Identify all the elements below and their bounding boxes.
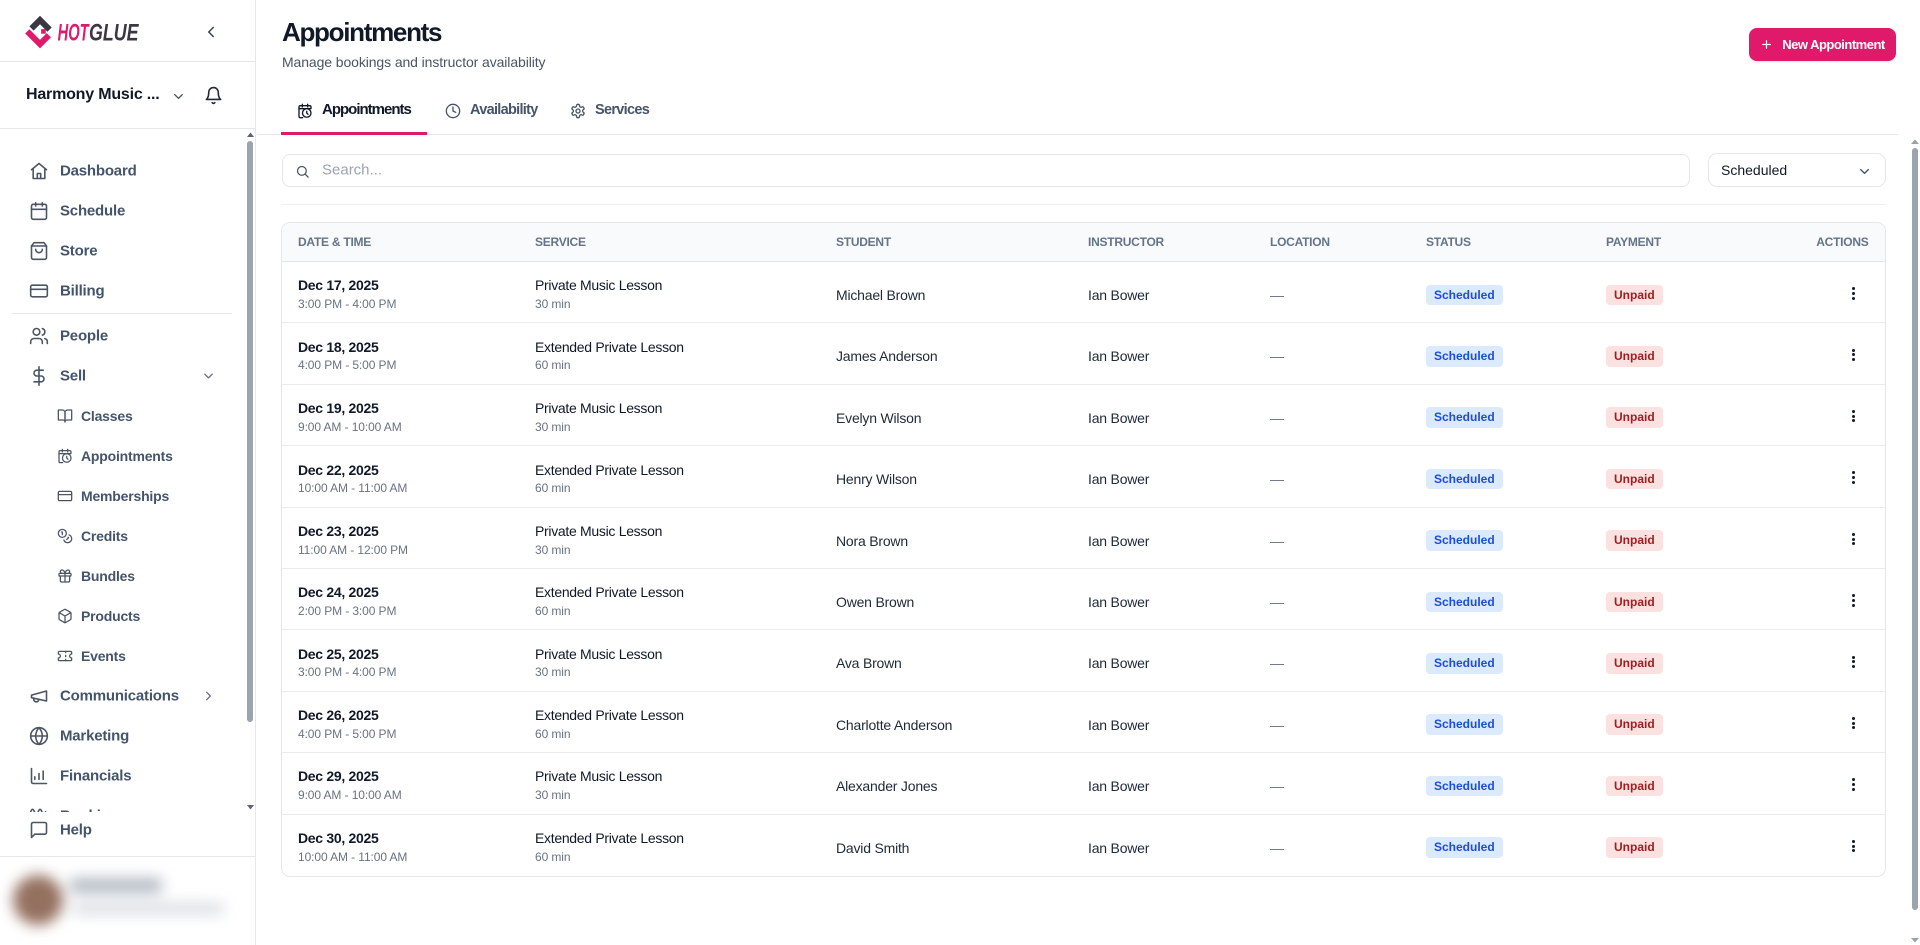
svg-text:HOT: HOT bbox=[58, 20, 90, 47]
svg-text:GLUE: GLUE bbox=[89, 20, 139, 47]
